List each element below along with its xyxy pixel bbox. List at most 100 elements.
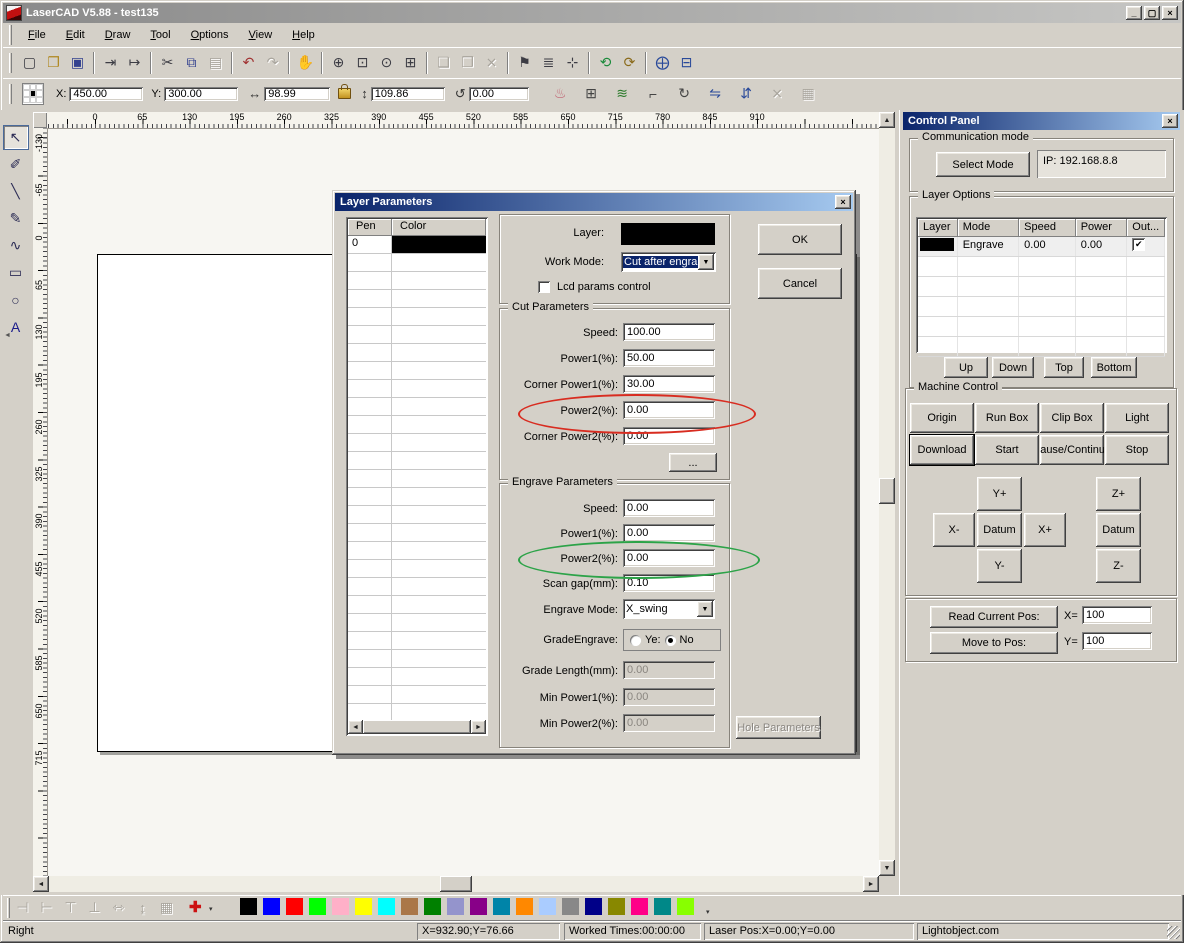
read-current-pos-button[interactable]: Read Current Pos:	[930, 606, 1058, 628]
save-icon[interactable]: ▣	[66, 51, 89, 74]
move-to-pos-button[interactable]: Move to Pos:	[930, 632, 1058, 654]
jog-y-minus-button[interactable]: Y-	[977, 549, 1022, 583]
path-optimize-icon[interactable]: ⟳	[618, 51, 641, 74]
object-order-icon[interactable]: ≋	[611, 82, 634, 105]
engrave-speed-input[interactable]	[623, 499, 715, 517]
preview-icon[interactable]: ⊟	[675, 51, 698, 74]
stamp-icon[interactable]: ♨	[549, 82, 572, 105]
palette-swatch-1[interactable]	[263, 898, 280, 915]
select-mode-button[interactable]: Select Mode	[936, 152, 1030, 177]
zoom-all-icon[interactable]: ⊙	[375, 51, 398, 74]
layer-table-header[interactable]: Power	[1076, 219, 1128, 237]
palette-swatch-8[interactable]	[424, 898, 441, 915]
layer-table-header[interactable]: Out...	[1127, 219, 1165, 237]
zoom-window-icon[interactable]: ⊡	[351, 51, 374, 74]
open-icon[interactable]: ❐	[42, 51, 65, 74]
lcd-params-checkbox[interactable]	[538, 281, 550, 293]
select-tool[interactable]: ↖	[4, 126, 28, 149]
palette-swatch-9[interactable]	[447, 898, 464, 915]
light-button[interactable]: Light	[1105, 403, 1169, 433]
horizontal-scroll-thumb[interactable]	[440, 876, 472, 892]
palette-swatch-2[interactable]	[286, 898, 303, 915]
menu-item-help[interactable]: Help	[282, 26, 325, 44]
mirror-vertical-icon[interactable]: ⇵	[735, 82, 758, 105]
layer-up-button[interactable]: Up	[944, 357, 988, 378]
array-copy-icon[interactable]: ⊞	[580, 82, 603, 105]
layer-options-table[interactable]: LayerModeSpeedPowerOut... Engrave0.000.0…	[916, 217, 1167, 353]
zoom-page-icon[interactable]: ⊞	[399, 51, 422, 74]
close-button[interactable]: ×	[1162, 6, 1178, 20]
dialog-title-bar[interactable]: Layer Parameters ×	[335, 193, 853, 211]
pause-continue-button[interactable]: Pause/Continue	[1040, 435, 1104, 465]
node-edit-tool[interactable]: ✐	[4, 153, 28, 176]
palette-swatch-6[interactable]	[378, 898, 395, 915]
clip-box-button[interactable]: Clip Box	[1040, 403, 1104, 433]
pick-params-icon[interactable]: ⚑	[513, 51, 536, 74]
y-position-input[interactable]	[164, 87, 238, 101]
scroll-left-icon[interactable]: ◄	[348, 720, 363, 734]
layer-table-header[interactable]: Speed	[1019, 219, 1076, 237]
layer-table-header[interactable]: Mode	[958, 219, 1019, 237]
origin-button[interactable]: Origin	[910, 403, 974, 433]
palette-swatch-16[interactable]	[608, 898, 625, 915]
layer-down-button[interactable]: Down	[992, 357, 1034, 378]
rotate-selection-icon[interactable]: ↻	[673, 82, 696, 105]
jog-x-plus-button[interactable]: X+	[1024, 513, 1066, 547]
jog-y-plus-button[interactable]: Y+	[977, 477, 1022, 511]
anchor-grid[interactable]	[22, 83, 44, 105]
cut-corner-power1-input[interactable]	[623, 375, 715, 393]
line-tool[interactable]: ╲	[4, 180, 28, 203]
palette-swatch-12[interactable]	[516, 898, 533, 915]
laser-origin-icon[interactable]: ✚	[189, 898, 202, 916]
palette-swatch-14[interactable]	[562, 898, 579, 915]
palette-swatch-18[interactable]	[654, 898, 671, 915]
palette-swatch-10[interactable]	[470, 898, 487, 915]
palette-swatch-13[interactable]	[539, 898, 556, 915]
new-icon[interactable]: ▢	[18, 51, 41, 74]
start-button[interactable]: Start	[975, 435, 1039, 465]
layer-color-swatch[interactable]	[621, 223, 715, 245]
grade-no-radio[interactable]	[665, 635, 676, 646]
stop-button[interactable]: Stop	[1105, 435, 1169, 465]
simulate-icon[interactable]: ⟲	[594, 51, 617, 74]
grade-yes-radio[interactable]	[630, 635, 641, 646]
cut-power1-input[interactable]	[623, 349, 715, 367]
curve-tool[interactable]: ∿	[4, 234, 28, 257]
cut-more-button[interactable]: ...	[669, 453, 717, 472]
resize-grip[interactable]	[1167, 926, 1180, 939]
palette-swatch-17[interactable]	[631, 898, 648, 915]
cut-corner-power2-input[interactable]	[623, 427, 715, 445]
dialog-close-icon[interactable]: ×	[835, 195, 851, 209]
height-input[interactable]	[371, 87, 445, 101]
pen-column-header[interactable]: Pen	[348, 219, 392, 236]
undo-icon[interactable]: ↶	[237, 51, 260, 74]
datum-z-button[interactable]: Datum	[1096, 513, 1141, 547]
ok-button[interactable]: OK	[758, 224, 842, 255]
mirror-horizontal-icon[interactable]: ⇋	[704, 82, 727, 105]
export-icon[interactable]: ↦	[123, 51, 146, 74]
jog-x-minus-button[interactable]: X-	[933, 513, 975, 547]
pen-table-scrollbar[interactable]: ◄ ►	[348, 720, 486, 734]
menu-item-file[interactable]: File	[18, 26, 56, 44]
palette-caret-icon[interactable]: ▾	[706, 908, 710, 916]
vertical-scroll-thumb[interactable]	[879, 478, 895, 504]
palette-swatch-11[interactable]	[493, 898, 510, 915]
pos-x-input[interactable]	[1082, 606, 1152, 624]
palette-swatch-19[interactable]	[677, 898, 694, 915]
engrave-mode-dropdown[interactable]: X_swing ▼	[623, 599, 715, 619]
x-position-input[interactable]	[69, 87, 143, 101]
panel-close-icon[interactable]: ×	[1162, 114, 1178, 128]
copy-icon[interactable]: ⧉	[180, 51, 203, 74]
datum-xy-button[interactable]: Datum	[977, 513, 1022, 547]
layer-bottom-button[interactable]: Bottom	[1091, 357, 1137, 378]
put-to-origin-icon[interactable]: ⌐	[642, 82, 665, 105]
import-icon[interactable]: ⇥	[99, 51, 122, 74]
ellipse-tool[interactable]: ○	[4, 288, 28, 311]
maximize-button[interactable]: ▢	[1144, 6, 1160, 20]
layer-table-header[interactable]: Layer	[918, 219, 958, 237]
palette-swatch-7[interactable]	[401, 898, 418, 915]
menu-item-options[interactable]: Options	[181, 26, 239, 44]
minimize-button[interactable]: _	[1126, 6, 1142, 20]
pen-table-row[interactable]: 0	[348, 236, 486, 254]
width-input[interactable]	[264, 87, 330, 101]
